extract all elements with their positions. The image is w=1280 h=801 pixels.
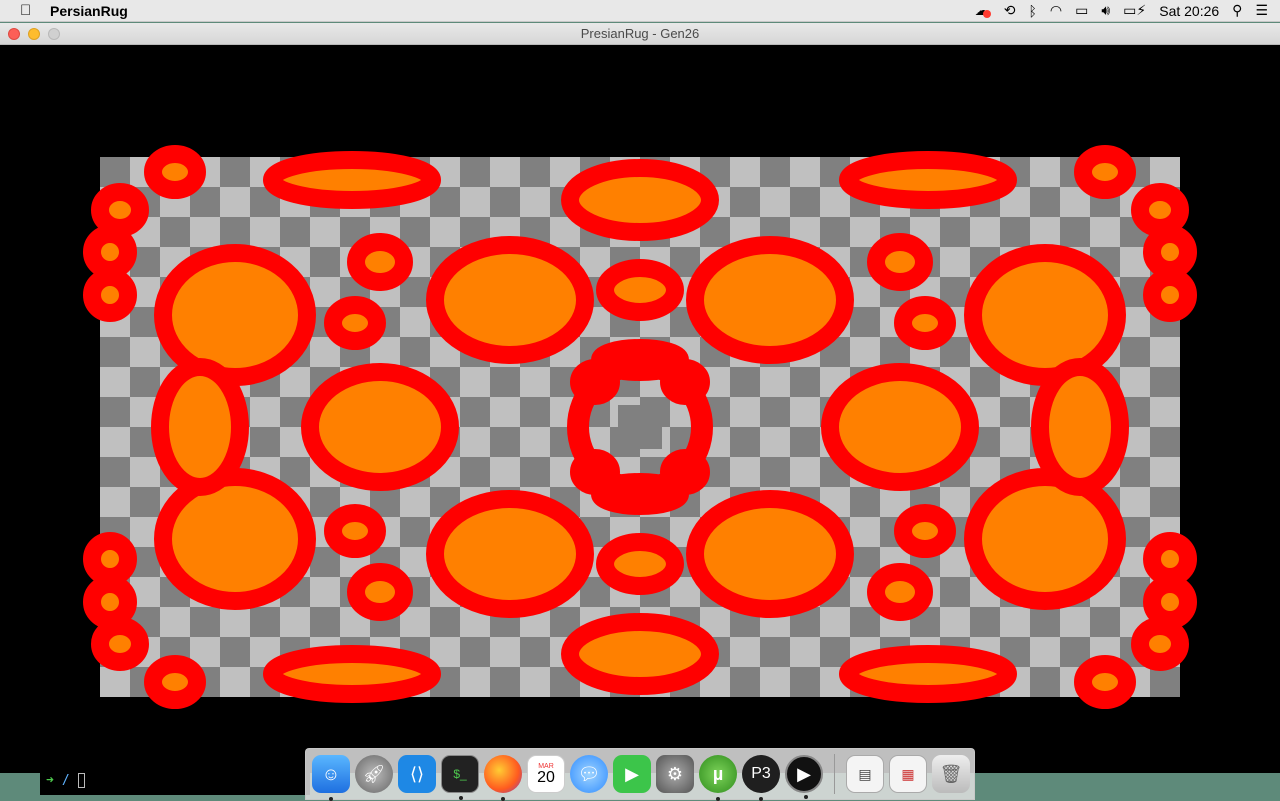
rug-motif bbox=[894, 296, 956, 350]
menu-bar:  PersianRug ☁ ⟲ ᛒ ◠ ▭ 🔊︎ ▭⚡︎ Sat 20:26 … bbox=[0, 0, 1280, 22]
rug-motif bbox=[91, 183, 149, 237]
launchpad-icon[interactable]: 🚀︎ bbox=[355, 755, 393, 793]
finder-icon[interactable]: ☺ bbox=[312, 755, 350, 801]
rug-motif bbox=[144, 655, 206, 709]
battery-charging-icon[interactable]: ▭⚡︎ bbox=[1123, 2, 1146, 19]
downloads-stack-icon[interactable]: ▦ bbox=[889, 755, 927, 793]
rug-motif bbox=[596, 533, 684, 595]
system-preferences-icon[interactable]: ⚙︎ bbox=[656, 755, 694, 793]
rug-motif bbox=[347, 233, 413, 291]
utorrent-icon[interactable]: µ bbox=[699, 755, 737, 801]
rug-motif bbox=[561, 613, 719, 695]
trash-icon[interactable]: 🗑︎ bbox=[932, 755, 970, 793]
processing-icon[interactable]: P3 bbox=[742, 755, 780, 801]
dock-separator bbox=[834, 754, 835, 794]
close-window-button[interactable] bbox=[8, 28, 20, 40]
prompt-arrow: ➜ bbox=[46, 772, 54, 788]
minimize-window-button[interactable] bbox=[28, 28, 40, 40]
rug-motif bbox=[83, 225, 137, 279]
messages-icon[interactable]: 💬︎ bbox=[570, 755, 608, 793]
rug-motif bbox=[1131, 183, 1189, 237]
creative-cloud-icon[interactable]: ☁ bbox=[975, 2, 991, 19]
terminal-window-strip[interactable]: ➜ / bbox=[40, 765, 310, 795]
rug-motif bbox=[1031, 358, 1129, 496]
rug-motif bbox=[561, 159, 719, 241]
facetime-icon[interactable]: ▶︎ bbox=[613, 755, 651, 793]
rug-motif bbox=[1074, 655, 1136, 709]
window-titlebar[interactable]: PresianRug - Gen26 bbox=[0, 23, 1280, 45]
rug-motif bbox=[151, 358, 249, 496]
rug-motif bbox=[144, 145, 206, 199]
calendar-icon[interactable]: MAR 20 bbox=[527, 755, 565, 793]
volume-icon[interactable]: 🔊︎ bbox=[1101, 2, 1110, 19]
rug-motif bbox=[867, 563, 933, 621]
rug-motif bbox=[263, 151, 441, 209]
rug-motif bbox=[1143, 225, 1197, 279]
calendar-day: 20 bbox=[537, 768, 555, 786]
rug-motif bbox=[1143, 532, 1197, 586]
bluetooth-icon[interactable]: ᛒ bbox=[1028, 3, 1036, 19]
rug-motif bbox=[83, 268, 137, 322]
quicktime-icon[interactable]: ▶︎ bbox=[785, 755, 823, 799]
time-machine-icon[interactable]: ⟲ bbox=[1004, 2, 1016, 19]
rug-motif bbox=[83, 575, 137, 629]
rug-motif bbox=[867, 233, 933, 291]
wifi-icon[interactable]: ◠ bbox=[1050, 2, 1062, 19]
sketch-canvas[interactable] bbox=[0, 45, 1280, 773]
rug-motif bbox=[686, 490, 854, 618]
terminal-cursor bbox=[77, 772, 85, 788]
rug-motif bbox=[426, 236, 594, 364]
firefox-icon[interactable] bbox=[484, 755, 522, 801]
rug-motif bbox=[596, 259, 684, 321]
dock: ☺ 🚀︎ ⟨⟩ $_ MAR 20 💬︎ ▶︎ ⚙︎ µ P3 ▶︎ ▤ ▦ 🗑… bbox=[305, 748, 975, 801]
rug-motif bbox=[1143, 575, 1197, 629]
rug-motif bbox=[821, 363, 979, 491]
terminal-icon[interactable]: $_ bbox=[441, 755, 479, 800]
notification-center-icon[interactable]: ☰ bbox=[1255, 2, 1268, 19]
rug-motif bbox=[324, 296, 386, 350]
spotlight-search-icon[interactable]: ⚲ bbox=[1232, 2, 1242, 19]
rug-center-square bbox=[618, 405, 662, 449]
vscode-icon[interactable]: ⟨⟩ bbox=[398, 755, 436, 793]
status-area: ☁ ⟲ ᛒ ◠ ▭ 🔊︎ ▭⚡︎ Sat 20:26 ⚲ ☰ bbox=[975, 2, 1280, 19]
persian-rug-pattern bbox=[83, 145, 1197, 709]
rug-motif bbox=[894, 504, 956, 558]
zoom-window-button[interactable] bbox=[48, 28, 60, 40]
rug-motif bbox=[154, 468, 316, 610]
rug-motif bbox=[839, 645, 1017, 703]
rug-motif bbox=[1131, 617, 1189, 671]
rug-motif bbox=[426, 490, 594, 618]
rug-motif bbox=[301, 363, 459, 491]
menu-clock[interactable]: Sat 20:26 bbox=[1159, 3, 1219, 19]
rug-motif bbox=[1143, 268, 1197, 322]
rug-motif bbox=[347, 563, 413, 621]
rug-motif bbox=[686, 236, 854, 364]
document-stack-icon[interactable]: ▤ bbox=[846, 755, 884, 793]
rug-motif bbox=[964, 244, 1126, 386]
rug-motif bbox=[154, 244, 316, 386]
rug-motif bbox=[324, 504, 386, 558]
processing-sketch-window: PresianRug - Gen26 bbox=[0, 23, 1280, 773]
window-title: PresianRug - Gen26 bbox=[580, 26, 700, 41]
rug-motif bbox=[964, 468, 1126, 610]
rug-motif bbox=[1074, 145, 1136, 199]
app-menu-name[interactable]: PersianRug bbox=[50, 3, 128, 19]
rug-motif bbox=[263, 645, 441, 703]
rug-motif bbox=[91, 617, 149, 671]
rug-motif bbox=[83, 532, 137, 586]
rug-motif bbox=[839, 151, 1017, 209]
airplay-icon[interactable]: ▭ bbox=[1075, 2, 1088, 19]
apple-icon[interactable]:  bbox=[20, 2, 36, 19]
prompt-path: / bbox=[61, 772, 70, 788]
